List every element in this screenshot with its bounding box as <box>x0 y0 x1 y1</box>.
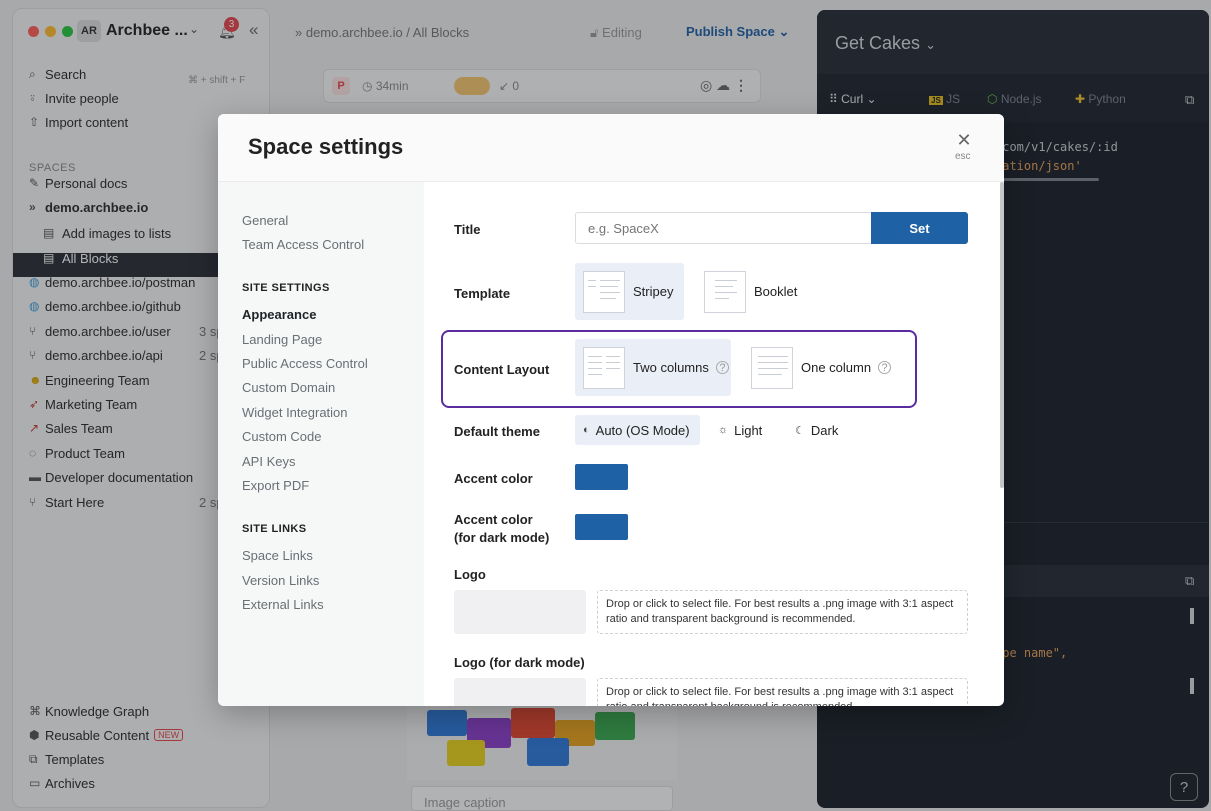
nav-public-access-control[interactable]: Public Access Control <box>242 356 368 371</box>
accent-color-label: Accent color <box>454 471 533 486</box>
nav-general[interactable]: General <box>242 213 288 228</box>
nav-team-access-control[interactable]: Team Access Control <box>242 237 364 252</box>
nav-export-pdf[interactable]: Export PDF <box>242 478 309 493</box>
space-settings-modal: Space settings ✕ esc General Team Access… <box>218 114 1004 706</box>
default-theme-label: Default theme <box>454 424 540 439</box>
accent-color-swatch[interactable] <box>575 464 628 490</box>
logo-dropzone[interactable]: Drop or click to select file. For best r… <box>597 590 968 634</box>
theme-option-light[interactable]: ☼ Light <box>710 415 770 445</box>
modal-header: Space settings ✕ esc <box>218 114 1004 182</box>
nav-api-keys[interactable]: API Keys <box>242 454 295 469</box>
moon-icon: ☾ <box>795 424 805 437</box>
site-settings-header: SITE SETTINGS <box>242 282 330 294</box>
logo-dark-dropzone[interactable]: Drop or click to select file. For best r… <box>597 678 968 706</box>
toggle-icon: ◐ <box>583 424 590 436</box>
nav-widget-integration[interactable]: Widget Integration <box>242 405 348 420</box>
close-icon[interactable]: ✕ <box>956 130 972 151</box>
site-links-header: SITE LINKS <box>242 523 307 535</box>
logo-dark-preview <box>454 678 586 706</box>
set-button[interactable]: Set <box>871 212 968 244</box>
stripey-thumbnail <box>583 270 625 313</box>
logo-preview <box>454 590 586 634</box>
nav-landing-page[interactable]: Landing Page <box>242 332 322 347</box>
title-label: Title <box>454 222 481 237</box>
template-option-stripey[interactable]: Stripey <box>575 263 684 320</box>
sun-icon: ☼ <box>718 424 729 436</box>
accent-color-dark-label: Accent color (for dark mode) <box>454 512 550 545</box>
theme-option-auto[interactable]: ◐ Auto (OS Mode) <box>575 415 700 445</box>
nav-space-links[interactable]: Space Links <box>242 548 313 563</box>
template-label: Template <box>454 286 511 301</box>
settings-nav: General Team Access Control SITE SETTING… <box>218 182 424 706</box>
logo-label: Logo <box>454 567 486 582</box>
modal-title: Space settings <box>248 134 404 159</box>
booklet-thumbnail <box>704 270 746 313</box>
title-input[interactable] <box>575 212 872 244</box>
nav-custom-domain[interactable]: Custom Domain <box>242 380 335 395</box>
nav-version-links[interactable]: Version Links <box>242 573 319 588</box>
theme-option-dark[interactable]: ☾ Dark <box>787 415 846 445</box>
nav-custom-code[interactable]: Custom Code <box>242 429 321 444</box>
esc-hint: esc <box>955 151 971 162</box>
nav-appearance[interactable]: Appearance <box>242 307 316 322</box>
nav-external-links[interactable]: External Links <box>242 597 324 612</box>
accent-color-dark-swatch[interactable] <box>575 514 628 540</box>
settings-form: Title Set Template Stripey Booklet Conte… <box>424 182 1004 706</box>
modal-scrollbar[interactable] <box>1000 182 1004 488</box>
template-option-booklet[interactable]: Booklet <box>696 263 816 320</box>
logo-dark-label: Logo (for dark mode) <box>454 655 585 670</box>
content-layout-highlight <box>441 330 917 408</box>
